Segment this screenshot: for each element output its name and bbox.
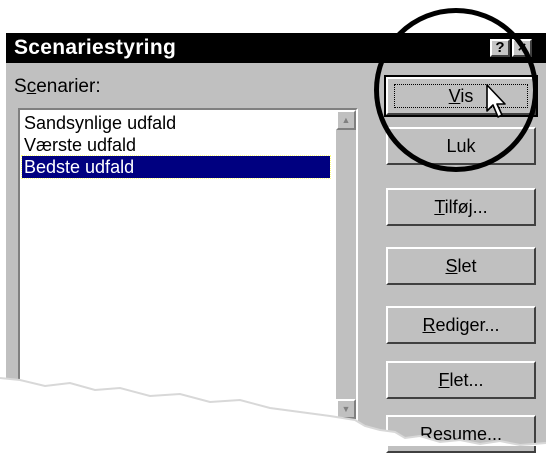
highlight-circle [374,8,538,172]
slet-button[interactable]: Slet [386,247,536,285]
triangle-up-icon[interactable]: ▲ [336,110,356,130]
vertical-scrollbar[interactable]: ▲ ▼ [336,110,356,419]
flet-button[interactable]: Flet... [386,361,536,399]
scenarios-listbox[interactable]: Sandsynlige udfald Værste udfald Bedste … [18,108,358,421]
scenario-manager-dialog: Scenariestyring ? × Scenarier: Sandsynli… [0,0,546,453]
scenarios-label: Scenarier: [14,76,101,97]
list-item[interactable]: Sandsynlige udfald [22,112,330,134]
tilfoj-button[interactable]: Tilføj... [386,188,536,226]
list-item-selected[interactable]: Bedste udfald [21,155,331,179]
rediger-button[interactable]: Rediger... [386,306,536,344]
resume-button[interactable]: Resume... [386,415,536,453]
mouse-pointer-icon [486,84,506,118]
list-item[interactable]: Værste udfald [22,134,330,156]
triangle-down-icon[interactable]: ▼ [336,399,356,419]
window-title: Scenariestyring [14,36,177,59]
